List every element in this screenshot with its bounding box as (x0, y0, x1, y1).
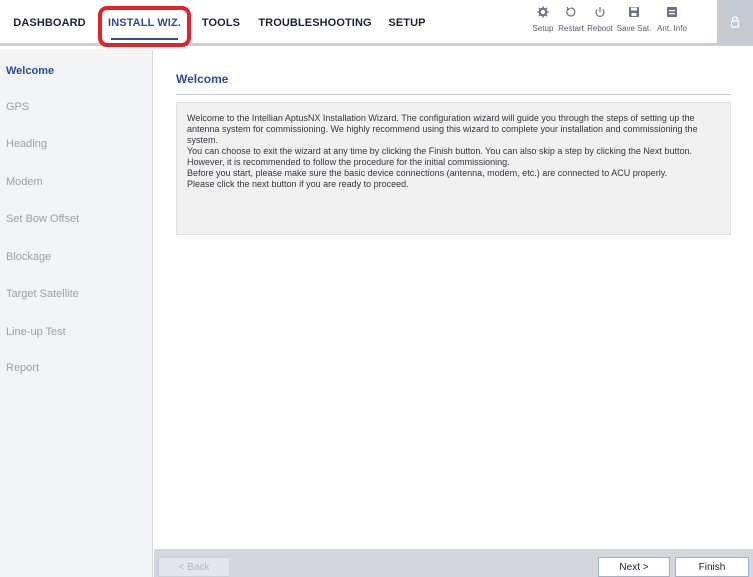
save-icon (629, 7, 639, 17)
sidebar-item-gps[interactable]: GPS (6, 101, 29, 113)
save-sat-button-label: Save Sat. (616, 24, 652, 33)
welcome-message-box: Welcome to the Intellian AptusNX Install… (176, 102, 731, 235)
ant-info-button[interactable]: Ant. Info (654, 6, 690, 40)
tab-install-wiz-label: INSTALL WIZ. (108, 17, 181, 29)
sidebar-item-report[interactable]: Report (6, 362, 39, 374)
save-sat-button[interactable]: Save Sat. (617, 6, 651, 40)
lock-button[interactable] (717, 0, 753, 43)
setup-button-label: Setup (532, 24, 554, 33)
welcome-paragraph: Before you start, please make sure the b… (187, 168, 668, 178)
lock-icon (730, 15, 740, 28)
active-tab-indicator (111, 38, 178, 40)
sidebar-item-set-bow-offset[interactable]: Set Bow Offset (6, 213, 79, 225)
back-button[interactable]: < Back (158, 557, 230, 577)
sidebar-item-blockage[interactable]: Blockage (6, 251, 51, 263)
page-title: Welcome (176, 72, 229, 86)
title-divider (176, 94, 731, 95)
gear-icon (537, 6, 549, 18)
next-button[interactable]: Next > (598, 557, 670, 577)
tab-install-wiz[interactable]: INSTALL WIZ. (103, 0, 186, 46)
sidebar-item-heading[interactable]: Heading (6, 138, 47, 150)
restart-button-label: Restart (558, 24, 584, 33)
main-content: Welcome Welcome to the Intellian AptusNX… (154, 49, 753, 549)
wizard-steps-sidebar: Welcome GPS Heading Modem Set Bow Offset… (0, 49, 153, 577)
sidebar-item-target-satellite[interactable]: Target Satellite (6, 288, 79, 300)
tab-dashboard[interactable]: DASHBOARD (8, 0, 91, 46)
tab-troubleshooting[interactable]: TROUBLESHOOTING (256, 0, 374, 46)
welcome-paragraph: Welcome to the Intellian AptusNX Install… (187, 113, 698, 145)
power-icon (595, 7, 605, 18)
tab-tools[interactable]: TOOLS (196, 0, 246, 46)
setup-button[interactable]: Setup (528, 6, 558, 40)
sidebar-item-line-up-test[interactable]: Line-up Test (6, 326, 66, 338)
restart-icon (566, 6, 576, 17)
finish-button[interactable]: Finish (675, 557, 749, 577)
top-nav-bar: DASHBOARD INSTALL WIZ. TOOLS TROUBLESHOO… (0, 0, 753, 46)
welcome-paragraph: You can choose to exit the wizard at any… (187, 146, 692, 167)
sidebar-item-modem[interactable]: Modem (6, 176, 43, 188)
restart-button[interactable]: Restart (556, 6, 586, 40)
info-box-icon (667, 7, 677, 17)
ant-info-button-label: Ant. Info (657, 24, 687, 33)
reboot-button-label: Reboot (587, 24, 613, 33)
reboot-button[interactable]: Reboot (585, 6, 615, 40)
welcome-paragraph: Please click the next button if you are … (187, 179, 409, 189)
sidebar-item-welcome[interactable]: Welcome (6, 65, 54, 77)
tab-setup[interactable]: SETUP (382, 0, 432, 46)
